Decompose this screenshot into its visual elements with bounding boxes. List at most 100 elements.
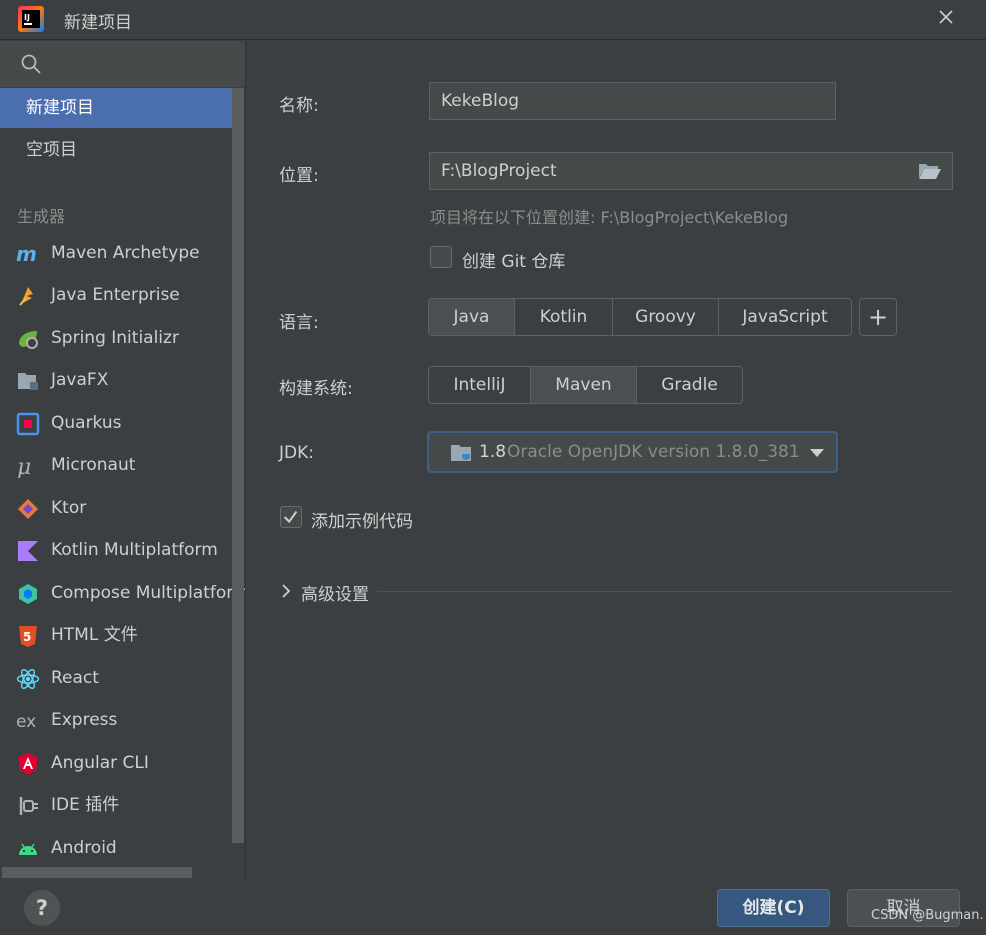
sidebar-item-label: Kotlin Multiplatform [51,540,218,560]
sidebar-item-label: Angular CLI [51,753,149,773]
dialog-footer: ? 创建(C) 取消 CSDN @Bugman. [0,879,986,935]
sidebar-item-label: Java Enterprise [51,285,180,305]
watermark: CSDN @Bugman. [871,908,984,923]
jdk-label: JDK: [279,443,314,463]
language-selector: Java Kotlin Groovy JavaScript [428,298,852,336]
git-repo-label: 创建 Git 仓库 [462,252,566,272]
advanced-settings-toggle[interactable]: 高级设置 [301,580,369,605]
language-option-java[interactable]: Java [429,299,515,335]
sidebar-item-label: Micronaut [51,455,136,475]
kotlin-icon [18,541,38,561]
jdk-dropdown[interactable]: 1.8 Oracle OpenJDK version 1.8.0_381 [427,431,838,473]
quarkus-icon [16,412,40,436]
sidebar-item-ktor[interactable]: Ktor [0,488,245,528]
sidebar-item-label: Spring Initializr [51,328,179,348]
sidebar-item-spring-initializr[interactable]: Spring Initializr [0,318,245,358]
advanced-divider [377,591,952,592]
sidebar-item-label: JavaFX [51,370,109,390]
language-label: 语言: [279,313,319,333]
intellij-logo-icon: IJ [18,6,44,32]
maven-icon: m [16,242,37,266]
create-button[interactable]: 创建(C) [717,889,830,927]
sidebar-item-label: HTML 文件 [51,625,138,645]
micronaut-icon: μ [17,455,31,478]
sidebar-item-maven-archetype[interactable]: m Maven Archetype [0,233,245,273]
language-option-kotlin[interactable]: Kotlin [515,299,613,335]
build-option-maven[interactable]: Maven [531,367,637,403]
location-value: F:\BlogProject [441,161,557,181]
svg-text:5: 5 [23,630,31,644]
project-form: 名称: KekeBlog 位置: F:\BlogProject 项目将在以下位置… [247,41,986,879]
language-option-groovy[interactable]: Groovy [613,299,719,335]
ktor-icon [18,499,38,519]
name-input[interactable]: KekeBlog [429,82,836,120]
sidebar-item-label: IDE 插件 [51,795,120,815]
plugin-icon [19,797,38,815]
location-hint: 项目将在以下位置创建: F:\BlogProject\KekeBlog [430,208,789,227]
sidebar-item-quarkus[interactable]: Quarkus [0,403,245,443]
sidebar-item-label: Express [51,710,118,730]
help-button[interactable]: ? [24,890,60,926]
build-option-intellij[interactable]: IntelliJ [429,367,531,403]
javafx-icon [18,373,38,390]
browse-folder-icon[interactable] [918,162,942,180]
sample-code-label: 添加示例代码 [311,512,413,532]
git-repo-checkbox[interactable] [430,246,452,268]
react-icon [16,668,40,690]
sidebar-item-empty-project[interactable]: 空项目 [0,130,232,170]
svg-text:IJ: IJ [24,13,30,22]
sidebar-item-label: Compose Multiplatform [51,583,246,603]
sidebar-horizontal-scrollbar[interactable] [2,867,192,878]
location-input[interactable]: F:\BlogProject [429,152,953,190]
sidebar-item-label: Android [51,838,117,858]
svg-text:ex: ex [16,712,36,732]
chevron-right-icon[interactable] [281,584,291,598]
build-system-label: 构建系统: [279,379,353,399]
sidebar-vertical-scrollbar[interactable] [232,88,244,843]
sidebar-item-react[interactable]: React [0,658,245,698]
sidebar-item-label: React [51,668,99,688]
compose-icon [19,584,37,604]
search-icon[interactable] [21,53,41,75]
location-label: 位置: [279,166,319,186]
svg-text:μ: μ [17,455,31,478]
sidebar: 新建项目 空项目 生成器 m Maven Archetype Java Ente… [0,41,246,879]
checkmark-icon [283,510,298,524]
sample-code-checkbox[interactable] [280,506,302,528]
sidebar-item-java-enterprise[interactable]: Java Enterprise [0,275,245,315]
jdk-version: 1.8 [479,442,507,462]
sidebar-item-micronaut[interactable]: μ Micronaut [0,445,245,485]
jdk-folder-icon [451,445,471,461]
sidebar-item-javafx[interactable]: JavaFX [0,360,245,400]
svg-text:m: m [16,242,37,266]
angular-icon [18,753,38,775]
html5-icon: 5 [19,626,37,647]
window-title: 新建项目 [64,13,132,33]
close-icon[interactable] [935,6,957,28]
title-bar: IJ 新建项目 [0,0,986,40]
name-label: 名称: [279,96,319,116]
sidebar-item-kotlin-multiplatform[interactable]: Kotlin Multiplatform [0,530,245,570]
chevron-down-icon [810,449,824,457]
sidebar-item-label: Ktor [51,498,87,518]
sidebar-item-express[interactable]: ex Express [0,700,245,740]
sidebar-item-label: Maven Archetype [51,243,200,263]
sidebar-item-compose-multiplatform[interactable]: Compose Multiplatform [0,573,246,613]
sidebar-item-new-project[interactable]: 新建项目 [0,88,232,128]
sidebar-item-ide-plugin[interactable]: IDE 插件 [0,785,245,825]
jdk-description: Oracle OpenJDK version 1.8.0_381 [507,442,800,462]
java-enterprise-icon [19,287,33,306]
express-icon: ex [16,712,36,732]
android-icon [19,843,37,855]
spring-icon [19,331,38,349]
sidebar-item-label: Quarkus [51,413,122,433]
build-system-selector: IntelliJ Maven Gradle [428,366,743,404]
add-language-button[interactable]: + [859,298,897,336]
sidebar-item-angular-cli[interactable]: Angular CLI [0,743,245,783]
generators-section-label: 生成器 [17,207,66,226]
language-option-javascript[interactable]: JavaScript [719,299,851,335]
build-option-gradle[interactable]: Gradle [637,367,742,403]
sidebar-search[interactable] [0,41,245,87]
sidebar-item-android[interactable]: Android [0,828,245,868]
sidebar-item-html-file[interactable]: 5 HTML 文件 [0,615,245,655]
